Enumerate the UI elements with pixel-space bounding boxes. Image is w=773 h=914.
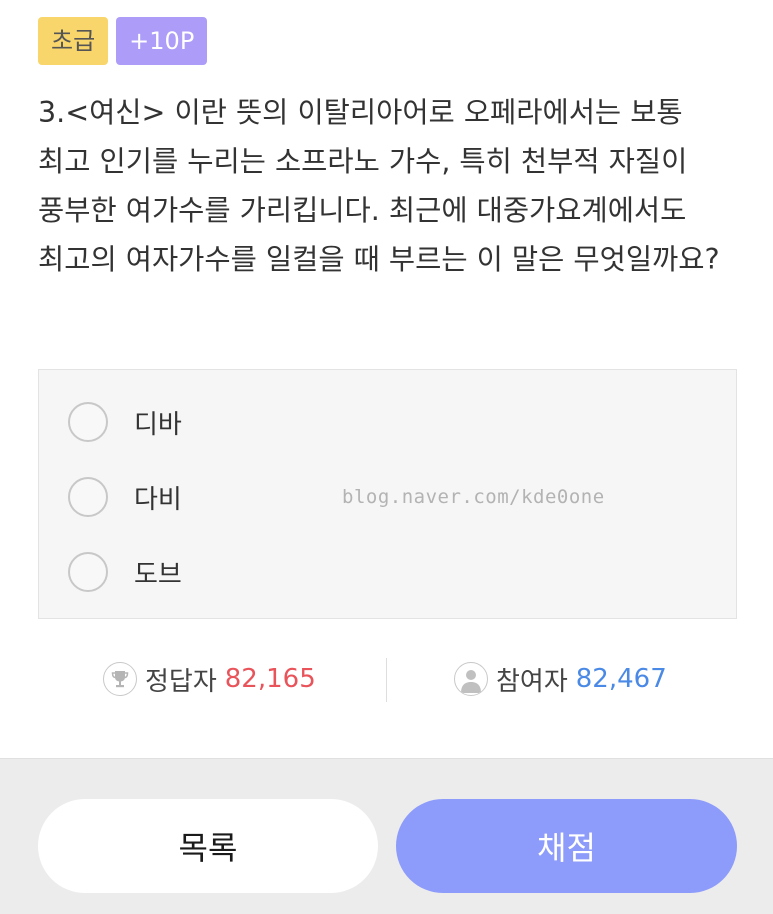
- trophy-icon: [103, 662, 137, 696]
- user-icon: [454, 662, 488, 696]
- correct-value: 82,165: [224, 664, 316, 694]
- list-button[interactable]: 목록: [38, 799, 378, 893]
- participants-label: 참여자: [496, 666, 568, 697]
- participants-value: 82,467: [575, 664, 667, 694]
- blog-watermark: blog.naver.com/kde0one: [342, 486, 605, 508]
- bottom-action-bar: 목록 채점: [0, 758, 773, 914]
- stats-divider: [386, 658, 387, 702]
- participant-count-stat: 참여자 82,467: [454, 655, 667, 703]
- points-badge: +10P: [116, 17, 208, 65]
- quiz-stats: 정답자 82,165 참여자 82,467: [0, 655, 773, 703]
- level-badge: 초급: [38, 17, 109, 65]
- radio-button[interactable]: [68, 552, 108, 592]
- radio-button[interactable]: [68, 477, 108, 517]
- badge-group: 초급 +10P: [38, 17, 208, 65]
- option-label: 디바: [134, 409, 182, 440]
- correct-count-stat: 정답자 82,165: [103, 655, 316, 703]
- answer-option[interactable]: 도브: [68, 549, 182, 595]
- radio-button[interactable]: [68, 402, 108, 442]
- answer-option[interactable]: 다비: [68, 474, 182, 520]
- question-text: 3.<여신> 이란 뜻의 이탈리아어로 오페라에서는 보통 최고 인기를 누리는…: [38, 96, 720, 276]
- option-label: 도브: [134, 559, 182, 590]
- option-label: 다비: [134, 484, 182, 515]
- answer-option[interactable]: 디바: [68, 399, 182, 445]
- answer-options: 디바 다비 도브 blog.naver.com/kde0one: [38, 369, 737, 619]
- correct-label: 정답자: [145, 666, 217, 697]
- grade-button[interactable]: 채점: [396, 799, 737, 893]
